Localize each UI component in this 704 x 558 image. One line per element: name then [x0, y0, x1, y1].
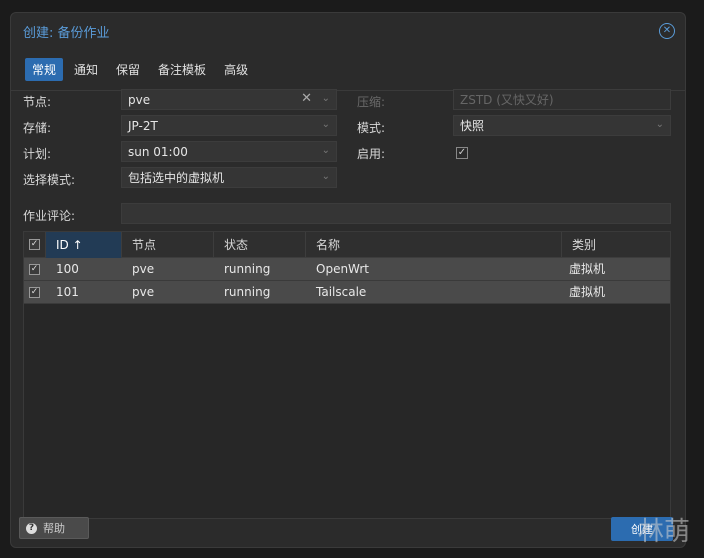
- storage-select[interactable]: JP-2T ⌄: [121, 115, 337, 136]
- dialog-titlebar: 创建: 备份作业 ✕: [11, 13, 685, 49]
- schedule-select[interactable]: sun 01:00 ⌄: [121, 141, 337, 162]
- vm-grid: ✓ ID ↑ 节点 状态 名称 类别 ✓ 100 pve running Ope…: [23, 231, 671, 519]
- chevron-down-icon[interactable]: ⌄: [322, 171, 330, 182]
- column-node[interactable]: 节点: [122, 232, 214, 258]
- tab-notes-template[interactable]: 备注模板: [151, 58, 213, 81]
- chevron-down-icon[interactable]: ⌄: [322, 93, 330, 104]
- row-id: 100: [56, 262, 79, 276]
- row-checkbox[interactable]: ✓: [29, 287, 40, 298]
- node-select[interactable]: pve ✕ ⌄: [121, 89, 337, 110]
- compression-label: 压缩:: [357, 95, 386, 109]
- column-id[interactable]: ID ↑: [46, 232, 122, 258]
- table-row[interactable]: ✓ 100 pve running OpenWrt 虚拟机: [24, 258, 670, 281]
- help-label: 帮助: [43, 522, 65, 535]
- row-status: running: [224, 262, 271, 276]
- row-node: pve: [132, 262, 155, 276]
- tab-advanced[interactable]: 高级: [217, 58, 255, 81]
- row-type: 虚拟机: [569, 262, 606, 276]
- mode-select[interactable]: 快照 ⌄: [453, 115, 671, 136]
- selection-mode-select[interactable]: 包括选中的虚拟机 ⌄: [121, 167, 337, 188]
- tab-notifications[interactable]: 通知: [67, 58, 105, 81]
- enabled-checkbox[interactable]: ✓: [456, 147, 468, 159]
- compression-select: ZSTD (又快又好): [453, 89, 671, 110]
- comment-input[interactable]: [121, 203, 671, 224]
- row-type: 虚拟机: [569, 285, 606, 299]
- tab-retention[interactable]: 保留: [109, 58, 147, 81]
- node-label: 节点:: [23, 95, 52, 109]
- row-name: OpenWrt: [316, 262, 370, 276]
- clear-icon[interactable]: ✕: [301, 91, 312, 106]
- mode-value: 快照: [460, 119, 485, 133]
- chevron-down-icon[interactable]: ⌄: [322, 145, 330, 156]
- row-node: pve: [132, 285, 155, 299]
- backup-job-dialog: 创建: 备份作业 ✕ 常规 通知 保留 备注模板 高级 节点: pve ✕ ⌄ …: [10, 12, 686, 548]
- dialog-title: 创建: 备份作业: [23, 25, 110, 41]
- comment-label: 作业评论:: [23, 209, 76, 223]
- selection-mode-value: 包括选中的虚拟机: [128, 171, 225, 185]
- tab-bar: 常规 通知 保留 备注模板 高级: [11, 49, 685, 91]
- mode-label: 模式:: [357, 121, 386, 135]
- storage-label: 存储:: [23, 121, 52, 135]
- row-name: Tailscale: [316, 285, 367, 299]
- storage-value: JP-2T: [128, 118, 158, 133]
- row-id: 101: [56, 285, 79, 299]
- column-type[interactable]: 类别: [562, 232, 670, 258]
- column-name[interactable]: 名称: [306, 232, 562, 258]
- help-button[interactable]: ? 帮助: [19, 517, 89, 539]
- question-icon: ?: [26, 522, 37, 534]
- schedule-value: sun 01:00: [128, 144, 188, 159]
- schedule-label: 计划:: [23, 147, 52, 161]
- row-checkbox[interactable]: ✓: [29, 264, 40, 275]
- tab-general[interactable]: 常规: [25, 58, 64, 81]
- watermark: 林萌: [637, 517, 690, 547]
- column-status[interactable]: 状态: [214, 232, 306, 258]
- select-all-checkbox[interactable]: ✓: [29, 239, 40, 250]
- chevron-down-icon[interactable]: ⌄: [322, 119, 330, 130]
- row-status: running: [224, 285, 271, 299]
- node-value: pve: [128, 92, 151, 107]
- dialog-footer: ? 帮助 创建: [11, 517, 685, 547]
- chevron-down-icon[interactable]: ⌄: [656, 119, 664, 130]
- compression-value: ZSTD (又快又好): [460, 93, 554, 107]
- selection-mode-label: 选择模式:: [23, 173, 76, 187]
- close-icon[interactable]: ✕: [659, 23, 675, 39]
- table-row[interactable]: ✓ 101 pve running Tailscale 虚拟机: [24, 281, 670, 304]
- enabled-label: 启用:: [357, 147, 386, 161]
- select-all-column[interactable]: ✓: [24, 232, 46, 258]
- grid-header: ✓ ID ↑ 节点 状态 名称 类别: [24, 232, 670, 258]
